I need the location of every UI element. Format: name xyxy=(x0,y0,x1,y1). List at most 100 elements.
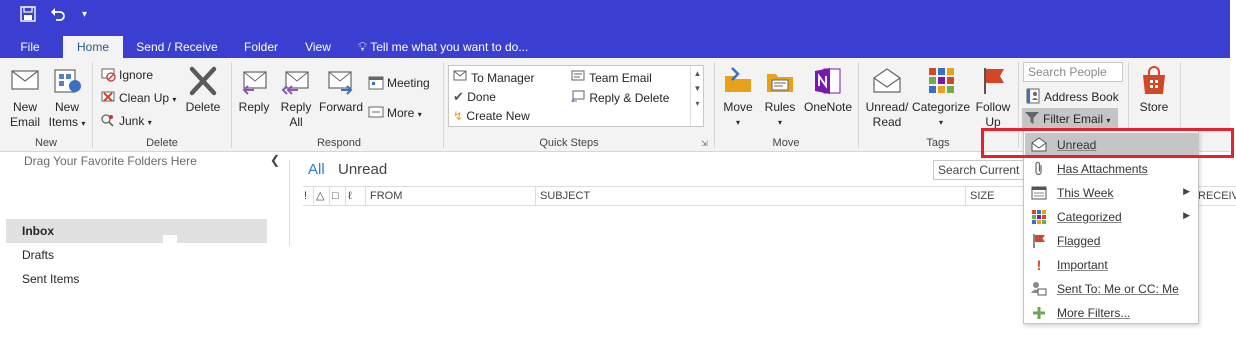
chevron-down-icon: ▾ xyxy=(938,118,943,127)
address-book-label: Address Book xyxy=(1044,90,1119,104)
received-column[interactable]: RECEIVE xyxy=(1193,187,1236,205)
menu-item-important[interactable]: ! Important xyxy=(1025,253,1198,277)
categorize-button[interactable]: Categorize ▾ xyxy=(912,66,970,130)
menu-label: Has Attachments xyxy=(1057,162,1148,176)
quick-step-reply-delete[interactable]: Reply & Delete xyxy=(571,89,669,105)
team-email-label: Team Email xyxy=(589,71,652,85)
checkmark-icon: ✔ xyxy=(453,89,464,104)
rules-icon xyxy=(764,66,796,96)
reminder-bell-icon[interactable]: △ xyxy=(313,187,329,205)
group-label-delete: Delete xyxy=(146,137,178,149)
new-items-label-2: Items ▾ xyxy=(48,115,86,129)
clean-up-label: Clean Up xyxy=(119,91,170,105)
reply-delete-icon xyxy=(571,90,586,105)
subject-column[interactable]: SUBJECT xyxy=(535,187,965,205)
search-mailbox-input[interactable]: Search Current M xyxy=(933,160,1033,180)
tell-me-search[interactable]: 💡︎ Tell me what you want to do... xyxy=(358,36,528,58)
customize-qat-icon[interactable]: ▾ xyxy=(82,6,87,24)
menu-item-flagged[interactable]: Flagged xyxy=(1025,229,1198,253)
unread-read-button[interactable]: Unread/ Read xyxy=(862,66,912,130)
title-bar: ▾ File Home Send / Receive Folder View 💡… xyxy=(0,0,1230,58)
group-label-move: Move xyxy=(772,137,800,149)
filter-email-label: Filter Email xyxy=(1043,112,1104,126)
new-email-button[interactable]: New Email xyxy=(4,66,46,130)
tab-file[interactable]: File xyxy=(8,36,52,58)
junk-label: Junk xyxy=(119,114,145,128)
delete-button[interactable]: Delete xyxy=(182,66,224,115)
chevron-down-icon: ▾ xyxy=(172,95,177,104)
onenote-icon xyxy=(812,66,844,96)
forward-button[interactable]: Forward xyxy=(318,66,364,115)
new-items-label-1: New xyxy=(54,100,79,114)
calendar-icon xyxy=(1031,185,1047,201)
reply-icon xyxy=(238,66,270,96)
menu-label: Flagged xyxy=(1057,234,1101,248)
unread-read-label-1: Unread/ xyxy=(865,100,909,114)
ignore-button[interactable]: Ignore xyxy=(100,66,153,83)
quick-step-create-new[interactable]: ↯ Create New xyxy=(453,109,530,123)
tab-view[interactable]: View xyxy=(296,36,340,58)
quick-step-done[interactable]: ✔ Done xyxy=(453,89,496,105)
reply-all-label-1: Reply xyxy=(280,100,312,114)
reply-all-button[interactable]: Reply All xyxy=(276,66,316,130)
search-people-input[interactable]: Search People xyxy=(1023,62,1123,82)
rules-button[interactable]: Rules ▾ xyxy=(760,66,800,130)
new-items-icon xyxy=(51,66,83,96)
dialog-launcher-icon[interactable]: ⇲ xyxy=(701,139,708,148)
move-button[interactable]: Move ▾ xyxy=(718,66,758,130)
filter-all-tab[interactable]: All xyxy=(308,161,325,178)
meeting-button[interactable]: Meeting xyxy=(368,74,430,91)
follow-up-button[interactable]: Follow Up xyxy=(972,66,1014,128)
junk-button[interactable]: Junk ▾ xyxy=(100,112,152,131)
lightning-icon: ↯ xyxy=(453,109,464,123)
more-label: More xyxy=(387,106,415,120)
exclamation-icon: ! xyxy=(1036,257,1042,273)
plus-icon xyxy=(1031,305,1047,321)
save-icon[interactable] xyxy=(20,6,36,27)
folder-sent-items[interactable]: Sent Items xyxy=(6,267,267,291)
reply-label: Reply xyxy=(238,100,270,114)
document-icon[interactable]: □ xyxy=(329,187,345,205)
from-column[interactable]: FROM xyxy=(365,187,535,205)
quick-step-team-email[interactable]: Team Email xyxy=(571,69,652,85)
quick-step-to-manager[interactable]: To Manager xyxy=(453,69,535,85)
tab-home[interactable]: Home xyxy=(63,36,123,58)
address-book-button[interactable]: Address Book xyxy=(1025,88,1119,105)
more-respond-button[interactable]: More ▾ xyxy=(368,104,422,123)
delete-label: Delete xyxy=(185,100,221,114)
done-label: Done xyxy=(467,90,496,104)
group-separator xyxy=(231,62,232,148)
tab-folder[interactable]: Folder xyxy=(236,36,286,58)
new-email-icon xyxy=(9,66,41,96)
address-book-icon xyxy=(1025,88,1041,104)
menu-item-has-attachments[interactable]: Has Attachments xyxy=(1025,157,1198,181)
collapse-pane-icon[interactable]: ❮ xyxy=(270,153,280,167)
group-label-respond: Respond xyxy=(316,137,362,149)
menu-item-more-filters[interactable]: More Filters... xyxy=(1025,301,1198,325)
filter-email-button[interactable]: Filter Email ▾ xyxy=(1022,108,1118,128)
clean-up-button[interactable]: Clean Up ▾ xyxy=(100,89,176,108)
importance-column[interactable]: ! xyxy=(303,187,313,205)
favorites-hint: Drag Your Favorite Folders Here xyxy=(24,154,197,168)
folder-inbox[interactable]: Inbox xyxy=(6,219,267,243)
menu-label: This Week xyxy=(1057,186,1114,200)
paperclip-icon[interactable]: ℓ xyxy=(345,187,361,205)
group-separator xyxy=(92,62,93,148)
group-separator xyxy=(714,62,715,148)
undo-icon[interactable] xyxy=(50,6,66,27)
filter-unread-tab[interactable]: Unread xyxy=(338,161,387,178)
tab-send-receive[interactable]: Send / Receive xyxy=(130,36,224,58)
paperclip-icon xyxy=(1031,161,1047,177)
group-label-new: New xyxy=(34,137,57,149)
new-email-label-2: Email xyxy=(9,115,40,129)
menu-item-sent-to-me[interactable]: Sent To: Me or CC: Me xyxy=(1025,277,1198,301)
store-button[interactable]: Store xyxy=(1134,66,1174,115)
reply-button[interactable]: Reply xyxy=(234,66,274,115)
new-items-button[interactable]: New Items ▾ xyxy=(46,66,88,131)
quick-steps-scroll[interactable]: ▲ ▼ ▾ xyxy=(690,66,704,126)
menu-item-categorized[interactable]: Categorized ▶ xyxy=(1025,205,1198,229)
group-label-quick-steps: Quick Steps xyxy=(539,137,599,149)
folder-drafts[interactable]: Drafts xyxy=(6,243,267,267)
menu-item-this-week[interactable]: This Week ▶ xyxy=(1025,181,1198,205)
onenote-button[interactable]: OneNote xyxy=(802,66,854,115)
